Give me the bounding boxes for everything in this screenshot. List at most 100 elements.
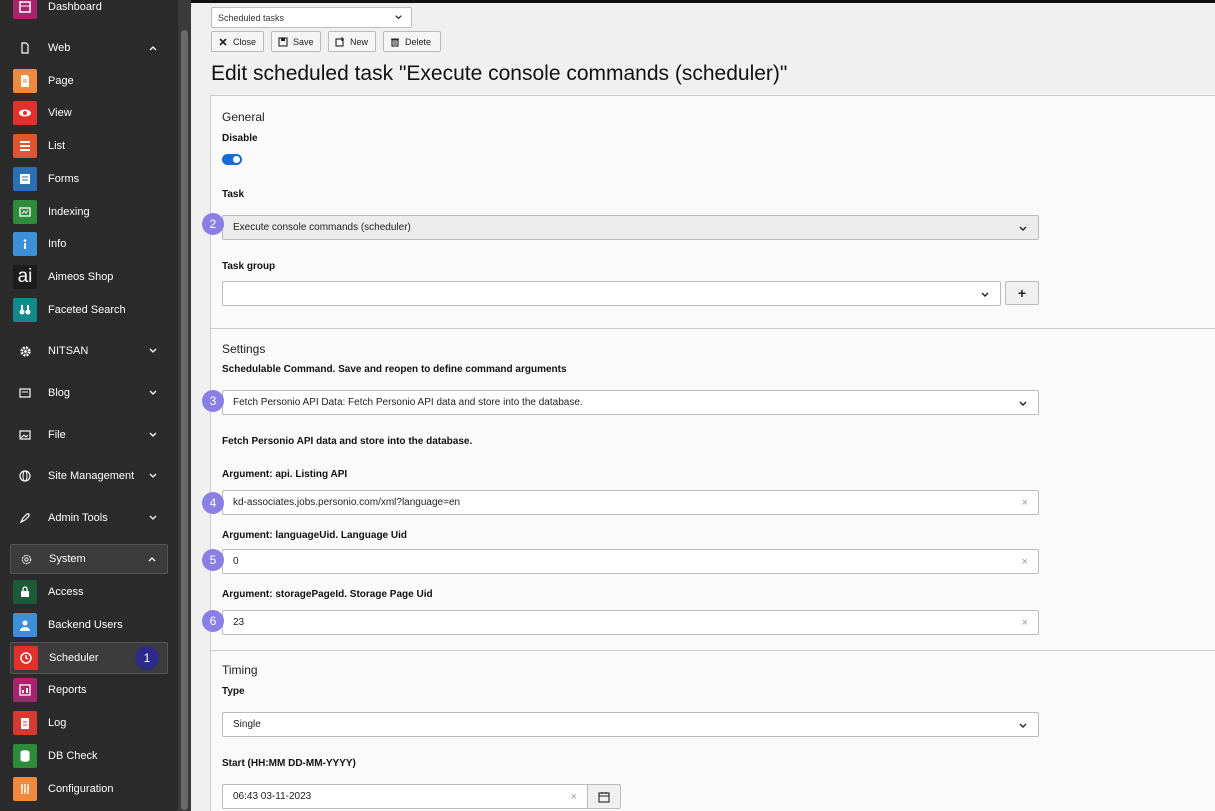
indexing-icon [13, 200, 37, 224]
save-button-label: Save [293, 36, 314, 47]
delete-button[interactable]: Delete [383, 31, 441, 52]
main-content: Scheduled tasks Close Save New Delete Ed… [191, 0, 1215, 811]
rocket-icon [13, 512, 37, 524]
sidebar-item-label: Access [48, 586, 84, 598]
sidebar-item-list[interactable]: List [10, 131, 168, 161]
sidebar-group-label: System [49, 553, 86, 565]
page-outline-icon [13, 42, 37, 54]
sidebar-item-info[interactable]: Info [10, 229, 168, 259]
sidebar-item-configuration[interactable]: Configuration [10, 774, 168, 804]
chevron-down-icon [149, 515, 157, 520]
globe-icon [13, 470, 37, 482]
image-icon [13, 429, 37, 441]
new-button-label: New [350, 36, 369, 47]
sidebar-item-page[interactable]: Page [10, 66, 168, 96]
task-select[interactable]: Execute console commands (scheduler) [222, 215, 1039, 240]
arg-language-input[interactable]: 0 × [222, 549, 1039, 574]
clear-icon[interactable]: × [1022, 497, 1028, 509]
sidebar-item-label: Aimeos Shop [48, 271, 114, 283]
dashboard-icon [13, 0, 37, 19]
task-group-select[interactable] [222, 281, 1001, 306]
sidebar-group-nitsan[interactable]: NITSAN [10, 336, 168, 366]
disable-label: Disable [222, 133, 258, 144]
arg-api-input[interactable]: kd-associates.jobs.personio.com/xml?lang… [222, 490, 1039, 515]
sidebar-item-reports[interactable]: Reports [10, 675, 168, 705]
sidebar-group-blog[interactable]: Blog [10, 378, 168, 408]
type-select[interactable]: Single [222, 712, 1039, 737]
sidebar-group-label: NITSAN [48, 345, 89, 357]
new-record-icon [335, 36, 344, 47]
arg-language-label: Argument: languageUid. Language Uid [222, 530, 408, 541]
sidebar-group-label: Blog [48, 387, 71, 399]
chevron-up-icon [148, 557, 156, 562]
reports-icon [13, 678, 37, 702]
sidebar-group-admin-tools[interactable]: Admin Tools [10, 503, 168, 533]
step-badge: 1 [135, 646, 159, 670]
chevron-down-icon [1019, 723, 1027, 728]
start-datetime-input[interactable]: 06:43 03-11-2023 × [222, 784, 588, 809]
clipboard-icon [13, 711, 37, 735]
step-marker: 5 [202, 549, 224, 571]
clear-icon[interactable]: × [571, 791, 577, 803]
task-group-label: Task group [222, 261, 276, 272]
close-button[interactable]: Close [211, 31, 264, 52]
add-task-group-button[interactable]: + [1005, 281, 1039, 305]
sidebar-item-label: Dashboard [48, 1, 102, 13]
section-heading-settings: Settings [222, 342, 266, 356]
chevron-down-icon [149, 473, 157, 478]
page-icon [13, 69, 37, 93]
sidebar-item-label: Reports [48, 684, 87, 696]
step-marker: 2 [202, 213, 224, 235]
sidebar-group-label: Web [48, 42, 71, 54]
clock-icon [14, 646, 38, 670]
section-divider [211, 650, 1215, 651]
sidebar-group-web[interactable]: Web [10, 33, 168, 63]
sidebar-item-dashboard[interactable]: Dashboard [10, 0, 168, 22]
sidebar-item-scheduler[interactable]: Scheduler 1 [10, 642, 168, 674]
arg-api-label: Argument: api. Listing API [222, 469, 348, 480]
close-icon [219, 37, 227, 46]
sidebar-item-indexing[interactable]: Indexing [10, 197, 168, 227]
info-icon [13, 232, 37, 256]
command-select[interactable]: Fetch Personio API Data: Fetch Personio … [222, 390, 1039, 415]
forms-icon [13, 167, 37, 191]
sidebar-item-log[interactable]: Log [10, 708, 168, 738]
sidebar-group-system[interactable]: System [10, 544, 168, 574]
sidebar-item-faceted-search[interactable]: Faceted Search [10, 295, 168, 325]
section-divider [211, 328, 1215, 329]
step-marker: 4 [202, 492, 224, 514]
sidebar-item-label: Backend Users [48, 619, 123, 631]
new-button[interactable]: New [328, 31, 376, 52]
docheader: Scheduled tasks Close Save New Delete [191, 3, 1215, 58]
sidebar-group-label: Site Management [48, 470, 135, 482]
trash-icon [391, 38, 399, 47]
sidebar-item-label: Page [48, 75, 74, 87]
sidebar-item-aimeos-shop[interactable]: ai Aimeos Shop [10, 262, 168, 292]
clear-icon[interactable]: × [1022, 617, 1028, 629]
lock-icon [13, 580, 37, 604]
sidebar-item-backend-users[interactable]: Backend Users [10, 610, 168, 640]
sidebar-group-label: File [48, 429, 66, 441]
save-button[interactable]: Save [271, 31, 321, 52]
arg-storage-label: Argument: storagePageId. Storage Page Ui… [222, 589, 433, 600]
disable-toggle[interactable] [222, 154, 242, 165]
sidebar-item-label: Log [48, 717, 67, 729]
sidebar-item-view[interactable]: View [10, 98, 168, 128]
type-select-value: Single [233, 719, 261, 730]
clear-icon[interactable]: × [1022, 556, 1028, 568]
module-function-value: Scheduled tasks [218, 12, 285, 23]
section-heading-timing: Timing [222, 663, 258, 677]
module-function-select[interactable]: Scheduled tasks [211, 7, 412, 28]
sidebar-scrollbar-thumb[interactable] [181, 30, 188, 810]
datepicker-button[interactable] [587, 784, 621, 809]
arg-storage-input[interactable]: 23 × [222, 610, 1039, 635]
sidebar-item-label: Scheduler [49, 652, 99, 664]
sidebar-item-forms[interactable]: Forms [10, 164, 168, 194]
database-icon [13, 744, 37, 768]
gear-icon [13, 345, 37, 358]
sidebar-group-file[interactable]: File [10, 420, 168, 450]
sidebar-group-site-management[interactable]: Site Management [10, 461, 168, 491]
sidebar-item-access[interactable]: Access [10, 577, 168, 607]
chevron-down-icon [981, 292, 989, 297]
sidebar-item-db-check[interactable]: DB Check [10, 741, 168, 771]
